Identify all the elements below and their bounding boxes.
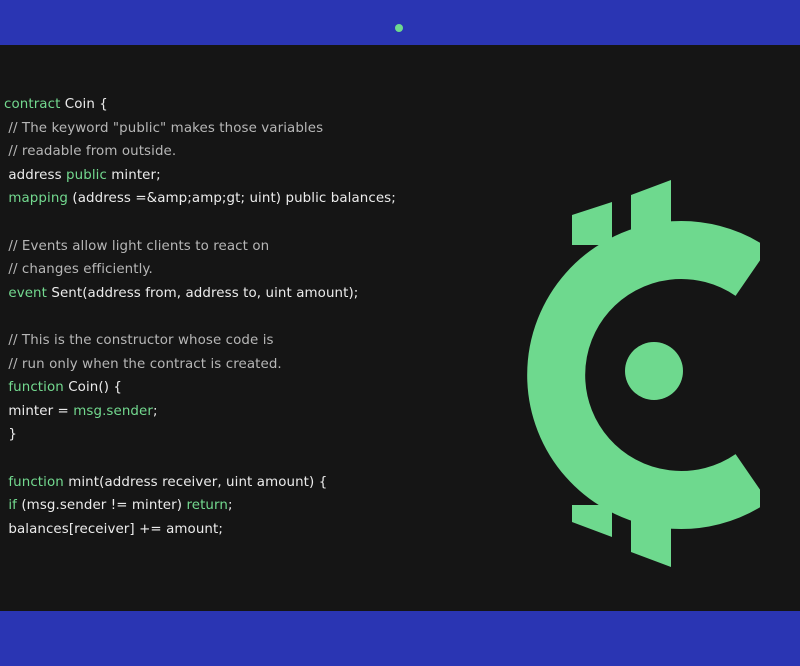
camera-dot-icon xyxy=(395,24,403,32)
code-text: Coin() { xyxy=(63,380,122,396)
code-line: } xyxy=(4,423,474,447)
code-keyword: if xyxy=(4,498,17,514)
code-line: minter = msg.sender; xyxy=(4,400,474,424)
code-text: (address =&amp;amp;gt; uint) public bala… xyxy=(68,191,396,207)
code-text: (msg.sender != minter) xyxy=(17,498,187,514)
code-keyword: public xyxy=(66,167,107,183)
code-keyword: mapping xyxy=(4,191,69,207)
code-comment: // Events allow light clients to react o… xyxy=(4,238,270,254)
code-line: // This is the constructor whose code is xyxy=(4,329,474,353)
code-keyword: msg.sender xyxy=(73,403,153,419)
code-comment: // This is the constructor whose code is xyxy=(4,332,274,348)
code-comment: // changes efficiently. xyxy=(4,262,153,278)
code-text: minter = xyxy=(4,403,74,419)
coin-c-logo-icon xyxy=(527,180,760,567)
code-line: // changes efficiently. xyxy=(4,258,474,282)
code-line: contract Coin { xyxy=(4,93,474,117)
code-keyword: return xyxy=(186,498,228,514)
device-top-bezel xyxy=(0,0,800,45)
code-line: function mint(address receiver, uint amo… xyxy=(4,471,474,495)
code-keyword: contract xyxy=(4,97,61,112)
code-text: Sent(address from, address to, uint amou… xyxy=(47,285,359,301)
code-comment: // readable from outside. xyxy=(4,144,177,160)
code-text: ; xyxy=(227,498,233,514)
code-line: function Coin() { xyxy=(4,376,474,400)
code-line: balances[receiver] += amount; xyxy=(4,518,474,542)
code-line: // readable from outside. xyxy=(4,140,474,164)
code-comment: // The keyword "public" makes those vari… xyxy=(4,120,324,136)
code-keyword: function xyxy=(4,380,64,396)
code-text: } xyxy=(4,427,17,443)
code-line: address public minter; xyxy=(4,164,474,188)
code-text: balances[receiver] += amount; xyxy=(4,521,223,537)
code-text: ; xyxy=(152,403,158,419)
code-line: // Events allow light clients to react o… xyxy=(4,235,474,259)
code-text: mint(address receiver, uint amount) { xyxy=(63,474,328,490)
code-keyword: function xyxy=(4,474,64,490)
code-line: event Sent(address from, address to, uin… xyxy=(4,282,474,306)
device-bottom-bezel xyxy=(0,611,800,666)
code-text: minter; xyxy=(106,167,161,183)
code-line: if (msg.sender != minter) return; xyxy=(4,494,474,518)
code-line: // The keyword "public" makes those vari… xyxy=(4,117,474,141)
code-comment: // run only when the contract is created… xyxy=(4,356,282,372)
screen: contract Coin { // The keyword "public" … xyxy=(0,45,800,611)
code-block: contract Coin { // The keyword "public" … xyxy=(4,93,474,541)
code-text: Coin { xyxy=(60,97,108,112)
code-keyword: event xyxy=(4,285,47,301)
code-text: address xyxy=(4,167,67,183)
code-line: // run only when the contract is created… xyxy=(4,353,474,377)
code-line: mapping (address =&amp;amp;gt; uint) pub… xyxy=(4,187,474,211)
